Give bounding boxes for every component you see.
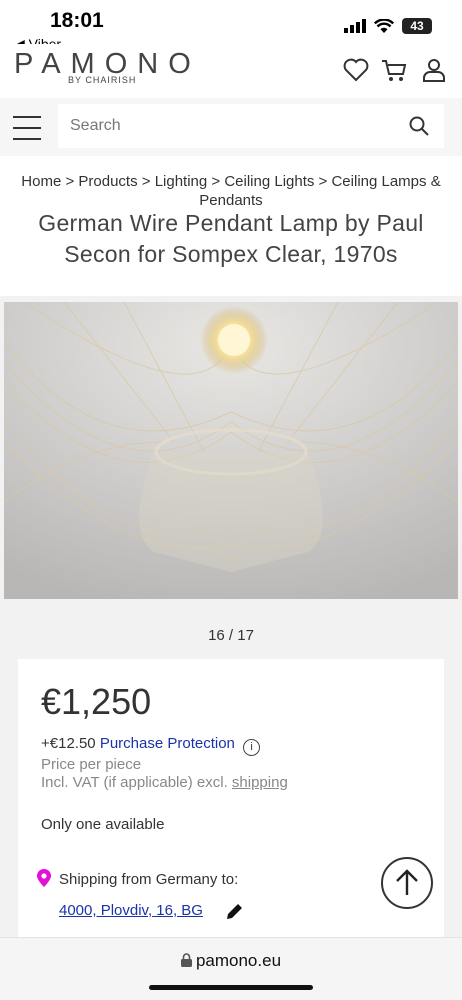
status-icons: 43 — [344, 18, 432, 34]
battery-icon: 43 — [402, 18, 432, 34]
breadcrumb[interactable]: Home > Products > Lighting > Ceiling Lig… — [0, 172, 462, 210]
pencil-icon[interactable] — [224, 902, 244, 922]
image-counter: 16 / 17 — [208, 627, 254, 644]
purchase-protection-link[interactable]: Purchase Protection — [100, 735, 235, 752]
user-icon[interactable] — [420, 56, 448, 84]
home-indicator[interactable] — [149, 985, 313, 990]
url-domain: pamono.eu — [195, 951, 282, 970]
lock-icon — [180, 953, 192, 967]
wifi-icon — [374, 18, 394, 33]
logo-subtitle: BY CHAIRISH — [68, 75, 137, 85]
search-input[interactable]: Search — [58, 104, 444, 148]
availability-text: Only one available — [41, 816, 165, 833]
vat-note-text: Incl. VAT (if applicable) excl. — [41, 774, 232, 791]
location-pin-icon — [37, 869, 51, 887]
price-unit: Price per piece — [41, 756, 142, 773]
info-icon[interactable]: i — [243, 739, 261, 756]
search-icon[interactable] — [408, 115, 430, 137]
arrow-up-icon — [396, 869, 418, 895]
heart-icon[interactable] — [342, 56, 370, 84]
product-photo[interactable] — [4, 302, 458, 599]
url-text: pamono.eu — [0, 951, 462, 971]
vat-note: Incl. VAT (if applicable) excl. shipping — [41, 774, 288, 791]
shipping-address-link[interactable]: 4000, Plovdiv, 16, BG — [59, 902, 203, 919]
status-time: 18:01 — [50, 9, 104, 32]
image-gallery[interactable] — [0, 296, 462, 601]
browser-url-bar[interactable]: pamono.eu — [0, 937, 462, 1000]
site-header: PAMONO BY CHAIRISH — [0, 44, 462, 98]
shipping-link[interactable]: shipping — [232, 774, 288, 791]
search-placeholder: Search — [70, 117, 121, 134]
product-price: €1,250 — [41, 681, 152, 722]
protection-price: +€12.50 — [41, 735, 96, 752]
shipping-from-text: Shipping from Germany to: — [59, 871, 239, 888]
cart-icon[interactable] — [380, 56, 408, 84]
price-card: €1,250 +€12.50 Purchase Protection i Pri… — [18, 659, 444, 949]
product-title: German Wire Pendant Lamp by Paul Secon f… — [38, 210, 424, 267]
signal-icon — [344, 19, 366, 33]
scroll-to-top-button[interactable] — [381, 857, 433, 909]
lamp-image — [4, 302, 458, 599]
search-area: Search — [0, 98, 462, 156]
purchase-protection-row: +€12.50 Purchase Protection i — [41, 735, 261, 756]
menu-icon[interactable] — [13, 116, 41, 140]
